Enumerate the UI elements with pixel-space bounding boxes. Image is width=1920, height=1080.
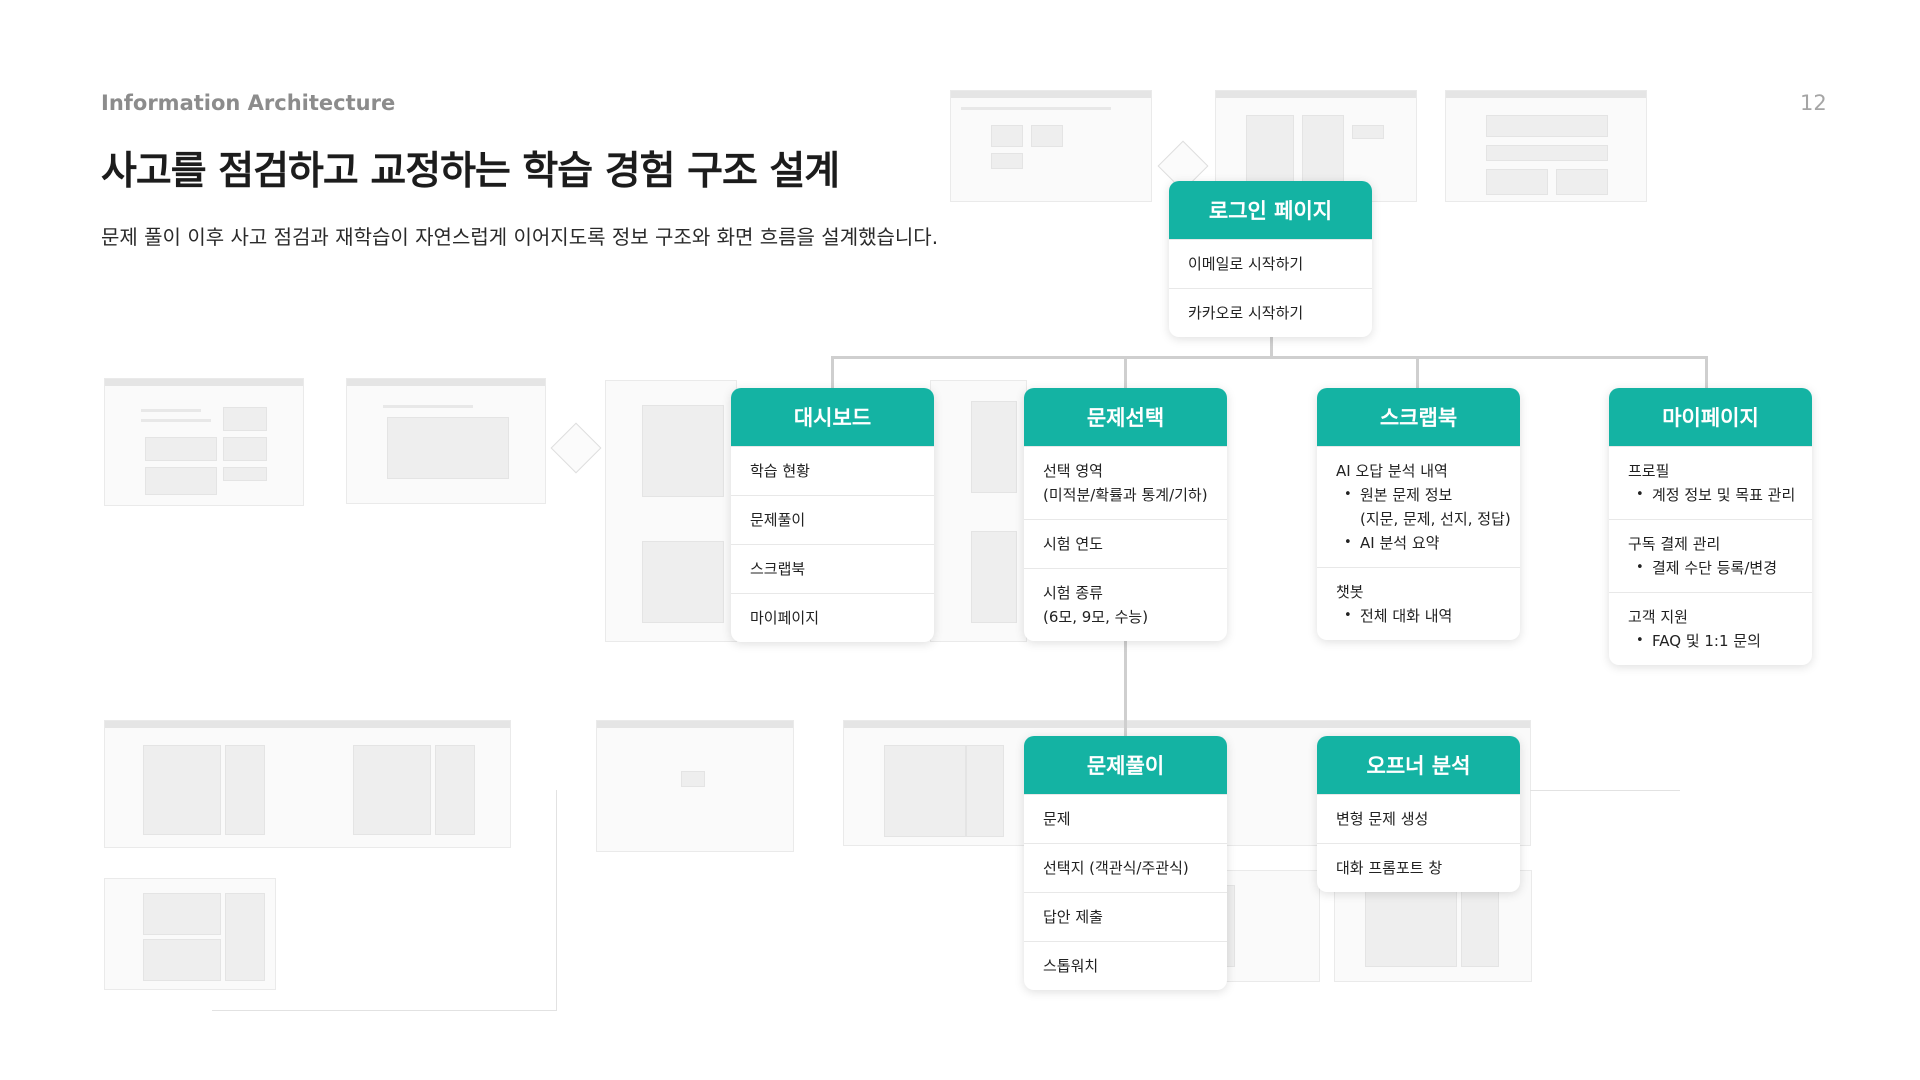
- node-item: 학습 현황: [731, 446, 934, 495]
- wireframe-thumbnail: [605, 380, 737, 642]
- item-bullet: 원본 문제 정보: [1336, 483, 1501, 507]
- page-subtitle: 문제 풀이 이후 사고 점검과 재학습이 자연스럽게 이어지도록 정보 구조와 …: [101, 225, 939, 249]
- node-problem-solve: 문제풀이 문제 선택지 (객관식/주관식) 답안 제출 스톱워치: [1024, 736, 1227, 990]
- wireframe-thumbnail: [104, 878, 276, 990]
- node-title: 마이페이지: [1609, 388, 1812, 446]
- item-bullet-detail: (지문, 문제, 선지, 정답): [1360, 510, 1511, 528]
- item-detail: (미적분/확률과 통계/기하): [1043, 486, 1208, 504]
- item-label: AI 오답 분석 내역: [1336, 462, 1448, 480]
- wireframe-thumbnail: [346, 378, 546, 504]
- connector-line: [831, 356, 834, 388]
- item-label: 구독 결제 관리: [1628, 535, 1721, 553]
- item-label: 선택 영역: [1043, 462, 1103, 480]
- item-bullet: AI 분석 요약: [1336, 531, 1501, 555]
- node-mypage: 마이페이지 프로필 계정 정보 및 목표 관리 구독 결제 관리 결제 수단 등…: [1609, 388, 1812, 665]
- node-item: 변형 문제 생성: [1317, 794, 1520, 843]
- node-item: 선택지 (객관식/주관식): [1024, 843, 1227, 892]
- node-item: 대화 프롬포트 창: [1317, 843, 1520, 892]
- wireframe-thumbnail: [104, 720, 511, 848]
- node-item: 시험 연도: [1024, 519, 1227, 568]
- node-item: AI 오답 분석 내역 원본 문제 정보 (지문, 문제, 선지, 정답) AI…: [1317, 446, 1520, 567]
- item-label: 고객 지원: [1628, 608, 1688, 626]
- node-login: 로그인 페이지 이메일로 시작하기 카카오로 시작하기: [1169, 181, 1372, 337]
- wireframe-thumbnail: [1445, 90, 1647, 202]
- node-title: 문제선택: [1024, 388, 1227, 446]
- connector-line: [1124, 628, 1127, 736]
- item-bullet: FAQ 및 1:1 문의: [1628, 629, 1793, 653]
- wireframe-thumbnail: [596, 720, 794, 852]
- page-number: 12: [1800, 91, 1827, 115]
- node-item: 스톱워치: [1024, 941, 1227, 990]
- node-item: 스크랩북: [731, 544, 934, 593]
- section-label: Information Architecture: [101, 91, 396, 115]
- wireframe-connector: [1530, 790, 1680, 791]
- node-item: 고객 지원 FAQ 및 1:1 문의: [1609, 592, 1812, 665]
- wireframe-thumbnail: [930, 380, 1027, 642]
- wireframe-decision: [550, 422, 602, 474]
- item-bullet: 전체 대화 내역: [1336, 604, 1501, 628]
- item-bullet: 계정 정보 및 목표 관리: [1628, 483, 1795, 507]
- connector-line: [1124, 356, 1127, 388]
- node-problem-select: 문제선택 선택 영역 (미적분/확률과 통계/기하) 시험 연도 시험 종류 (…: [1024, 388, 1227, 641]
- node-item: 시험 종류 (6모, 9모, 수능): [1024, 568, 1227, 641]
- node-item: 마이페이지: [731, 593, 934, 642]
- node-item: 프로필 계정 정보 및 목표 관리: [1609, 446, 1812, 519]
- node-item: 선택 영역 (미적분/확률과 통계/기하): [1024, 446, 1227, 519]
- wireframe-thumbnail: [950, 90, 1152, 202]
- node-item: 구독 결제 관리 결제 수단 등록/변경: [1609, 519, 1812, 592]
- connector-line: [831, 356, 1708, 359]
- node-item: 답안 제출: [1024, 892, 1227, 941]
- item-detail: (6모, 9모, 수능): [1043, 608, 1149, 626]
- wireframe-connector: [212, 1010, 557, 1011]
- node-item: 문제풀이: [731, 495, 934, 544]
- node-title: 스크랩북: [1317, 388, 1520, 446]
- node-title: 로그인 페이지: [1169, 181, 1372, 239]
- connector-line: [1416, 356, 1419, 388]
- item-label: 시험 종류: [1043, 584, 1103, 602]
- node-item: 카카오로 시작하기: [1169, 288, 1372, 337]
- wireframe-connector: [556, 790, 557, 1011]
- page-title: 사고를 점검하고 교정하는 학습 경험 구조 설계: [101, 149, 840, 194]
- node-title: 대시보드: [731, 388, 934, 446]
- connector-line: [1705, 356, 1708, 388]
- item-bullet: 결제 수단 등록/변경: [1628, 556, 1793, 580]
- node-item: 이메일로 시작하기: [1169, 239, 1372, 288]
- node-title: 문제풀이: [1024, 736, 1227, 794]
- item-label: 프로필: [1628, 462, 1670, 480]
- node-scrapbook: 스크랩북 AI 오답 분석 내역 원본 문제 정보 (지문, 문제, 선지, 정…: [1317, 388, 1520, 640]
- node-item: 챗봇 전체 대화 내역: [1317, 567, 1520, 640]
- item-label: 시험 연도: [1043, 535, 1103, 553]
- node-dashboard: 대시보드 학습 현황 문제풀이 스크랩북 마이페이지: [731, 388, 934, 642]
- item-label: 챗봇: [1336, 583, 1364, 601]
- node-item: 문제: [1024, 794, 1227, 843]
- node-opener-analysis: 오프너 분석 변형 문제 생성 대화 프롬포트 창: [1317, 736, 1520, 892]
- wireframe-thumbnail: [104, 378, 304, 506]
- node-title: 오프너 분석: [1317, 736, 1520, 794]
